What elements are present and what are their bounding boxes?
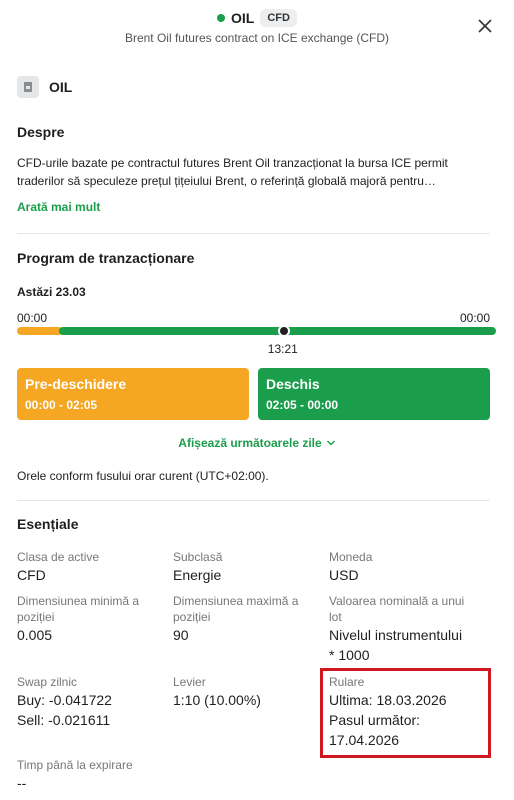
schedule-heading: Program de tranzacționare [17, 250, 195, 266]
subclass-cell: Subclasă Energie [173, 549, 323, 585]
cell-label: Swap zilnic [17, 675, 78, 689]
expiry-cell: Timp până la expirare -- [17, 757, 167, 793]
cell-label: Clasa de active [17, 550, 100, 564]
cell-label: Moneda [329, 550, 373, 564]
cell-label: Timp până la expirare [17, 758, 133, 772]
cell-value-line1: Nivelul instrumentului [329, 627, 463, 643]
about-section: Despre CFD-urile bazate pe contractul fu… [17, 124, 490, 214]
schedule-section: Program de tranzacționare Astăzi 23.03 0… [17, 250, 490, 325]
currency-cell: Moneda USD [329, 549, 479, 585]
schedule-today: Astăzi 23.03 [17, 285, 86, 299]
timeline-end: 00:00 [459, 311, 490, 325]
show-next-days-label[interactable]: Afișează următoarele zile [178, 436, 321, 450]
swap-cell: Swap zilnic Buy: -0.041722 Sell: -0.0216… [17, 674, 167, 730]
about-heading: Despre [17, 124, 65, 140]
swap-sell: Sell: -0.021611 [17, 712, 111, 728]
session-name: Pre-deschidere [25, 376, 127, 392]
show-next-days[interactable]: Afișează următoarele zile [0, 436, 514, 450]
title-row: OIL CFD [0, 9, 514, 27]
instrument-title: OIL [231, 10, 255, 26]
about-text-line2: traderilor să speculeze prețul țițeiului… [17, 174, 436, 188]
session-time: 02:05 - 00:00 [266, 398, 339, 412]
status-dot [217, 14, 226, 22]
cell-label-line2: poziției [173, 610, 211, 624]
cell-label-line1: Dimensiunea maximă a [173, 594, 299, 608]
current-time-label: 13:21 [267, 342, 298, 356]
min-size-cell: Dimensiunea minimă a poziției 0.005 [17, 593, 167, 645]
schedule-timeline [17, 325, 496, 337]
cell-label-line1: Dimensiunea minimă a [17, 594, 140, 608]
cell-label-line1: Valoarea nominală a unui [329, 594, 465, 608]
leverage-cell: Levier 1:10 (10.00%) [173, 674, 323, 710]
close-button[interactable] [476, 17, 494, 35]
divider [17, 500, 490, 501]
cell-value: 1:10 (10.00%) [173, 692, 261, 708]
instrument-subtitle: Brent Oil futures contract on ICE exchan… [124, 31, 390, 45]
header: OIL CFD Brent Oil futures contract on IC… [0, 0, 514, 60]
session-time: 00:00 - 02:05 [25, 398, 98, 412]
session-pre-open: Pre-deschidere 00:00 - 02:05 [17, 368, 249, 420]
timeline-labels: 00:00 00:00 [17, 311, 490, 325]
cell-value: 90 [173, 627, 189, 643]
cell-value: 0.005 [17, 627, 53, 643]
cell-label: Subclasă [173, 550, 223, 564]
instrument-row: OIL [17, 76, 490, 98]
cell-label-line2: poziției [17, 610, 55, 624]
cell-value: Energie [173, 567, 222, 583]
nominal-cell: Valoarea nominală a unui lot Nivelul ins… [329, 593, 499, 665]
rollover-highlight-box [320, 668, 491, 758]
cell-label-line2: lot [329, 610, 342, 624]
max-size-cell: Dimensiunea maximă a poziției 90 [173, 593, 323, 645]
timeline-start: 00:00 [17, 311, 48, 325]
timezone-note: Orele conform fusului orar curent (UTC+0… [17, 469, 269, 483]
session-open: Deschis 02:05 - 00:00 [258, 368, 490, 420]
document-icon [17, 76, 39, 98]
close-icon[interactable] [476, 17, 494, 35]
about-text: CFD-urile bazate pe contractul futures B… [17, 154, 490, 190]
cell-value: -- [17, 775, 27, 791]
current-time-marker [277, 325, 290, 337]
cell-value: USD [329, 567, 359, 583]
cell-label: Levier [173, 675, 206, 689]
chevron-down-icon[interactable] [326, 438, 336, 448]
asset-class-cell: Clasa de active CFD [17, 549, 167, 585]
cell-value-line2: * 1000 [329, 647, 370, 663]
about-text-line1: CFD-urile bazate pe contractul futures B… [17, 156, 448, 170]
instrument-name: OIL [49, 79, 73, 95]
timeline-segment-pre-open [17, 327, 63, 335]
cfd-badge: CFD [260, 9, 297, 27]
divider [17, 233, 490, 234]
show-more-link[interactable]: Arată mai mult [17, 200, 490, 214]
swap-buy: Buy: -0.041722 [17, 692, 112, 708]
essentials-heading: Esențiale [17, 516, 79, 532]
session-name: Deschis [266, 376, 320, 392]
cell-value: CFD [17, 567, 46, 583]
